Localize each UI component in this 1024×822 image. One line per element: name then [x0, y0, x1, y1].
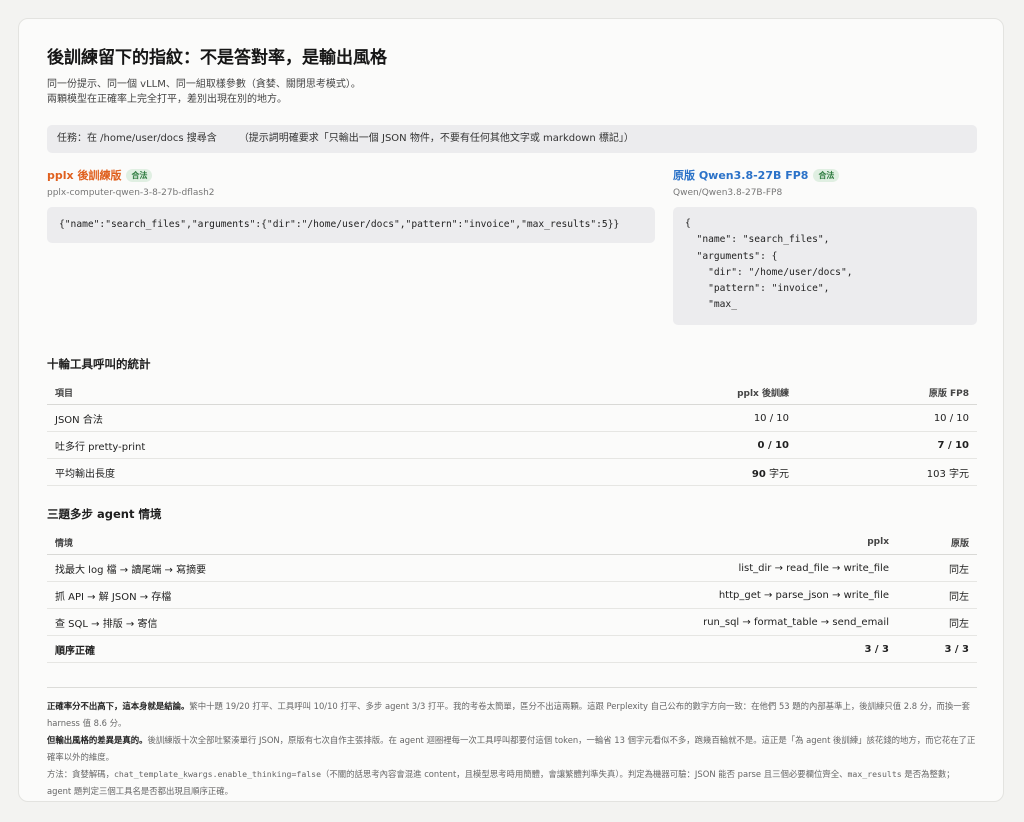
pplx-valid-badge: 合法: [126, 169, 153, 182]
pplx-model-name: pplx 後訓練版: [47, 169, 122, 182]
pplx-model-header: pplx 後訓練版 合法: [47, 168, 655, 184]
stats-header-pplx: pplx 後訓練: [567, 380, 797, 405]
note-method: 方法：貪婪解碼，chat_template_kwargs.enable_thin…: [47, 766, 977, 800]
stats-original-value: 7 / 10: [797, 431, 977, 459]
agent-pplx-sequence: list_dir → read_file → write_file: [567, 554, 897, 582]
table-row: 吐多行 pretty-print 0 / 10 7 / 10: [47, 431, 977, 459]
task-hint: （提示詞明確要求「只輸出一個 JSON 物件，不要有任何其他文字或 markdo…: [238, 133, 634, 144]
agent-original-sequence: 同左: [897, 554, 977, 582]
stats-pplx-value: 0 / 10: [567, 431, 797, 459]
pplx-model-panel: pplx 後訓練版 合法 pplx-computer-qwen-3-8-27b-d…: [47, 168, 655, 243]
agent-header-pplx: pplx: [567, 530, 897, 555]
table-row: 抓 API → 解 JSON → 存檔 http_get → parse_jso…: [47, 581, 977, 609]
stats-item: 平均輸出長度: [47, 458, 567, 486]
note-conclusion-lead: 正確率分不出高下，這本身就是結論。: [47, 701, 190, 711]
agent-total-original: 3 / 3: [897, 635, 977, 663]
stats-item: JSON 合法: [47, 404, 567, 432]
agent-header-row: 情境 pplx 原版: [47, 530, 977, 555]
note-method-code-1: chat_template_kwargs.enable_thinking=fal…: [114, 769, 322, 779]
note-style: 但輸出風格的差異是真的。後訓練版十次全部吐緊湊單行 JSON，原版有七次自作主張…: [47, 732, 977, 766]
table-row: JSON 合法 10 / 10 10 / 10: [47, 404, 977, 432]
agent-pplx-sequence: http_get → parse_json → write_file: [567, 581, 897, 609]
original-valid-badge: 合法: [813, 169, 840, 182]
model-comparison: pplx 後訓練版 合法 pplx-computer-qwen-3-8-27b-d…: [47, 168, 977, 336]
agent-total-label: 順序正確: [47, 635, 567, 663]
subtitle-line-1: 同一份提示、同一個 vLLM、同一組取樣參數（貪婪、關閉思考模式）。: [47, 79, 361, 90]
agent-section-title: 三題多步 agent 情境: [47, 507, 162, 521]
note-method-b: （不關的話思考內容會混進 content，且模型思考時用簡體，會讓繁體判準失真）…: [321, 769, 848, 779]
report-content: 後訓練留下的指紋：不是答對率，是輸出風格 同一份提示、同一個 vLLM、同一組取…: [47, 47, 977, 663]
agent-scenario: 抓 API → 解 JSON → 存檔: [47, 581, 567, 609]
agent-table: 情境 pplx 原版 找最大 log 檔 → 讀尾端 → 寫摘要 list_di…: [47, 530, 977, 663]
stats-table: 項目 pplx 後訓練 原版 FP8 JSON 合法 10 / 10 10 / …: [47, 380, 977, 486]
notes-footer: 正確率分不出高下，這本身就是結論。繁中十題 19/20 打平、工具呼叫 10/1…: [47, 687, 977, 800]
stats-header-row: 項目 pplx 後訓練 原版 FP8: [47, 380, 977, 405]
table-row: 找最大 log 檔 → 讀尾端 → 寫摘要 list_dir → read_fi…: [47, 554, 977, 582]
note-method-a: 方法：貪婪解碼，: [47, 769, 114, 779]
agent-total-row: 順序正確 3 / 3 3 / 3: [47, 635, 977, 663]
task-label: 任務：在 /home/user/docs 搜尋含: [57, 133, 217, 144]
stats-pplx-value: 10 / 10: [567, 404, 797, 432]
report-card: 後訓練留下的指紋：不是答對率，是輸出風格 同一份提示、同一個 vLLM、同一組取…: [18, 18, 1004, 802]
note-conclusion: 正確率分不出高下，這本身就是結論。繁中十題 19/20 打平、工具呼叫 10/1…: [47, 698, 977, 732]
stats-pplx-value: 90 字元: [567, 458, 797, 486]
table-row: 平均輸出長度 90 字元 103 字元: [47, 458, 977, 486]
table-row: 查 SQL → 排版 → 寄信 run_sql → format_table →…: [47, 608, 977, 636]
agent-header-original: 原版: [897, 530, 977, 555]
agent-pplx-sequence: run_sql → format_table → send_email: [567, 608, 897, 636]
agent-scenario: 找最大 log 檔 → 讀尾端 → 寫摘要: [47, 554, 567, 582]
subtitle-line-2: 兩顆模型在正確率上完全打平，差別出現在別的地方。: [47, 94, 287, 105]
pplx-model-id: pplx-computer-qwen-3-8-27b-dflash2: [47, 188, 215, 198]
stats-pplx-number: 90: [751, 468, 766, 480]
page-title: 後訓練留下的指紋：不是答對率，是輸出風格: [47, 48, 387, 68]
pplx-output-code: {"name":"search_files","arguments":{"dir…: [47, 207, 655, 243]
note-style-lead: 但輸出風格的差異是真的。: [47, 735, 148, 745]
agent-original-sequence: 同左: [897, 581, 977, 609]
original-model-name: 原版 Qwen3.8-27B FP8: [673, 169, 809, 182]
stats-header-item: 項目: [47, 380, 567, 405]
note-style-text: 後訓練版十次全部吐緊湊單行 JSON，原版有七次自作主張排版。在 agent 迴…: [47, 735, 976, 762]
stats-original-value: 10 / 10: [797, 404, 977, 432]
stats-section-title: 十輪工具呼叫的統計: [47, 357, 151, 371]
stats-header-original: 原版 FP8: [797, 380, 977, 405]
stats-original-value: 103 字元: [797, 458, 977, 486]
original-model-header: 原版 Qwen3.8-27B FP8 合法: [673, 168, 977, 184]
task-banner: 任務：在 /home/user/docs 搜尋含 （提示詞明確要求「只輸出一個 J…: [47, 125, 977, 153]
stats-pplx-unit: 字元: [765, 468, 789, 480]
original-model-panel: 原版 Qwen3.8-27B FP8 合法 Qwen/Qwen3.8-27B-FP…: [673, 168, 977, 325]
agent-header-scenario: 情境: [47, 530, 567, 555]
agent-total-pplx: 3 / 3: [567, 635, 897, 663]
original-model-id: Qwen/Qwen3.8-27B-FP8: [673, 188, 783, 198]
original-output-code: { "name": "search_files", "arguments": {…: [673, 207, 977, 325]
note-method-code-2: max_results: [847, 769, 902, 779]
agent-scenario: 查 SQL → 排版 → 寄信: [47, 608, 567, 636]
stats-item: 吐多行 pretty-print: [47, 431, 567, 459]
agent-original-sequence: 同左: [897, 608, 977, 636]
